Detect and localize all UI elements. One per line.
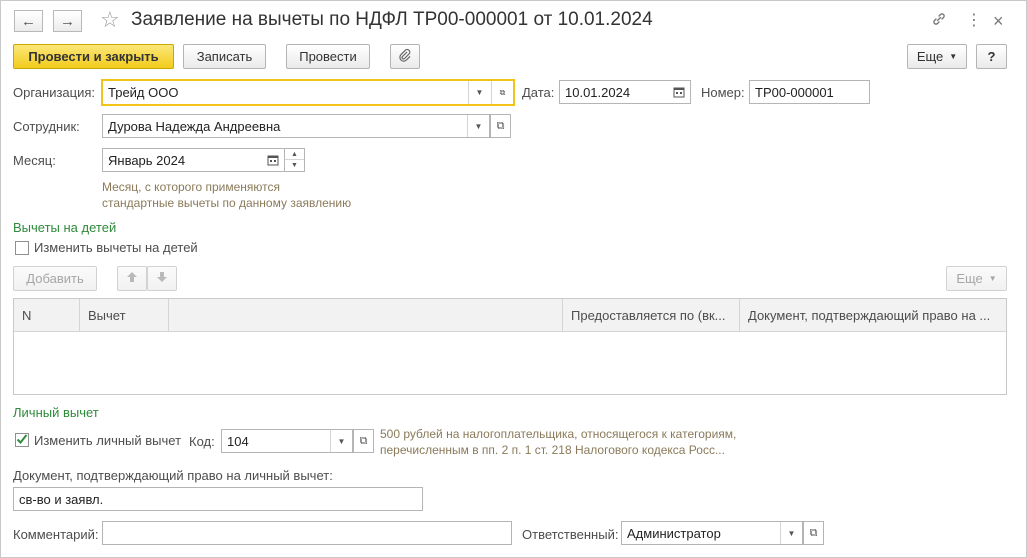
back-arrow-icon: ←	[21, 12, 36, 30]
children-section-title: Вычеты на детей	[13, 220, 117, 235]
more-button-label: Еще	[916, 49, 944, 64]
code-hint-line1: 500 рублей на налогоплательщика, относящ…	[380, 427, 737, 441]
month-field[interactable]: Январь 2024	[102, 148, 285, 172]
month-hint-line1: Месяц, с которого применяются	[102, 180, 280, 194]
chevron-down-icon: ▼	[949, 52, 958, 61]
number-value: ТР00-000001	[755, 84, 834, 100]
code-open-button[interactable]: ⧉	[353, 429, 374, 453]
date-value: 10.01.2024	[565, 84, 631, 100]
save-button[interactable]: Записать	[183, 44, 266, 69]
document-value: св-во и заявл.	[19, 491, 104, 507]
number-field[interactable]: ТР00-000001	[749, 80, 870, 104]
post-and-close-button[interactable]: Провести и закрыть	[13, 44, 174, 69]
table-more-label: Еще	[956, 271, 983, 286]
month-calendar-icon[interactable]	[262, 149, 284, 171]
column-header-n[interactable]: N	[14, 299, 80, 332]
table-header: N Вычет Предоставляется по (вк... Докуме…	[14, 299, 1006, 332]
forward-arrow-icon: →	[60, 12, 75, 30]
organization-field[interactable]: Трейд ООО ▼ ⧉	[101, 79, 515, 106]
column-header-provided-until[interactable]: Предоставляется по (вк...	[563, 299, 740, 332]
document-field[interactable]: св-во и заявл.	[13, 487, 423, 511]
open-form-icon: ⧉	[809, 526, 818, 539]
month-hint-line2: стандартные вычеты по данному заявлению	[102, 196, 352, 210]
forward-button[interactable]: →	[53, 10, 82, 32]
favorite-star-icon[interactable]: ☆	[100, 7, 120, 33]
change-children-label[interactable]: Изменить вычеты на детей	[34, 240, 198, 255]
responsible-field[interactable]: Администратор ▼	[621, 521, 803, 545]
employee-open-button[interactable]: ⧉	[490, 114, 511, 138]
open-form-icon: ⧉	[496, 119, 505, 132]
code-value: 104	[227, 433, 249, 449]
employee-label: Сотрудник:	[13, 119, 80, 134]
document-label: Документ, подтверждающий право на личный…	[13, 468, 333, 483]
table-more-button[interactable]: Еще ▼	[946, 266, 1007, 291]
code-label: Код:	[189, 434, 215, 449]
employee-value: Дурова Надежда Андреевна	[108, 118, 281, 134]
code-dropdown-icon[interactable]: ▼	[330, 430, 352, 452]
column-header-spacer[interactable]	[169, 299, 563, 332]
stepper-down-icon[interactable]: ▼	[285, 160, 304, 171]
responsible-open-button[interactable]: ⧉	[803, 521, 824, 545]
arrow-down-icon	[156, 271, 168, 286]
date-field[interactable]: 10.01.2024	[559, 80, 691, 104]
children-table[interactable]: N Вычет Предоставляется по (вк... Докуме…	[13, 298, 1007, 395]
month-value: Январь 2024	[108, 152, 186, 168]
more-vertical-icon[interactable]: ⋮	[966, 11, 982, 31]
arrow-up-icon	[126, 271, 138, 286]
organization-label: Организация:	[13, 85, 96, 100]
change-personal-checkbox[interactable]	[15, 433, 29, 447]
calendar-icon[interactable]	[668, 81, 690, 103]
responsible-value: Администратор	[627, 525, 721, 541]
organization-dropdown-icon[interactable]: ▼	[468, 81, 490, 104]
checkmark-icon	[16, 433, 28, 447]
chevron-down-icon: ▼	[988, 274, 997, 283]
add-row-button[interactable]: Добавить	[13, 266, 97, 291]
employee-dropdown-icon[interactable]: ▼	[467, 115, 489, 137]
comment-field[interactable]	[102, 521, 512, 545]
page-title: Заявление на вычеты по НДФЛ ТР00-000001 …	[131, 9, 653, 30]
link-icon[interactable]	[931, 11, 947, 33]
stepper-up-icon[interactable]: ▲	[285, 149, 304, 160]
responsible-label: Ответственный:	[522, 527, 619, 542]
move-up-button[interactable]	[117, 266, 147, 291]
employee-field[interactable]: Дурова Надежда Андреевна ▼	[102, 114, 490, 138]
responsible-dropdown-icon[interactable]: ▼	[780, 522, 802, 544]
open-form-icon: ⧉	[359, 434, 368, 447]
close-icon[interactable]: ×	[993, 11, 1004, 31]
post-button[interactable]: Провести	[286, 44, 370, 69]
change-personal-label[interactable]: Изменить личный вычет	[34, 433, 181, 448]
attach-button[interactable]	[390, 44, 420, 69]
help-button[interactable]: ?	[976, 44, 1007, 69]
code-field[interactable]: 104 ▼	[221, 429, 353, 453]
code-hint-line2: перечисленным в пп. 2 п. 1 ст. 218 Налог…	[380, 443, 725, 457]
personal-section-title: Личный вычет	[13, 405, 99, 420]
organization-value: Трейд ООО	[108, 85, 179, 100]
more-button[interactable]: Еще ▼	[907, 44, 967, 69]
paperclip-icon	[398, 48, 412, 65]
column-header-deduction[interactable]: Вычет	[80, 299, 169, 332]
organization-open-icon[interactable]: ⧉	[491, 81, 513, 104]
change-children-checkbox[interactable]	[15, 241, 29, 255]
date-label: Дата:	[522, 85, 555, 100]
month-label: Месяц:	[13, 153, 56, 168]
month-stepper[interactable]: ▲ ▼	[284, 148, 305, 172]
move-down-button[interactable]	[147, 266, 177, 291]
column-header-document[interactable]: Документ, подтверждающий право на ...	[740, 299, 1006, 332]
number-label: Номер:	[701, 85, 745, 100]
comment-label: Комментарий:	[13, 527, 99, 542]
back-button[interactable]: ←	[14, 10, 43, 32]
